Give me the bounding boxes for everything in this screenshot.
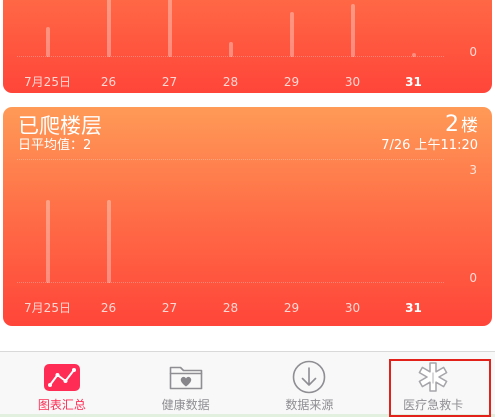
timestamp: 7/26 上午11:20 xyxy=(381,138,478,153)
date-axis: 7月25日 26 27 28 29 30 31 xyxy=(17,300,444,316)
day-bar-4 xyxy=(228,42,233,57)
day-bar-7 xyxy=(411,53,416,57)
date-label: 26 xyxy=(100,301,117,315)
date-axis: 7月25日 26 27 28 29 30 31 xyxy=(17,74,444,90)
day-bar-3 xyxy=(167,0,172,57)
day-bar-2 xyxy=(106,200,111,283)
value-number: 2 xyxy=(445,112,459,137)
date-label: 31 xyxy=(405,301,422,315)
day-bar-1 xyxy=(45,27,50,57)
day-bar-5 xyxy=(289,12,294,57)
date-label: 31 xyxy=(405,75,422,89)
y-axis-min-label: 0 xyxy=(469,45,477,59)
summary-card-partial[interactable]: 0 7月25日 26 27 28 29 30 31 xyxy=(3,0,492,93)
gridline-top xyxy=(17,159,444,160)
date-label: 27 xyxy=(161,75,178,89)
chart-icon xyxy=(43,364,80,391)
tab-label: 图表汇总 xyxy=(37,398,86,412)
tab-bar: 图表汇总 健康数据 数据来源 医疗急救卡 xyxy=(0,351,495,417)
tab-label: 医疗急救卡 xyxy=(403,398,464,412)
date-label: 28 xyxy=(222,75,239,89)
day-bar-6 xyxy=(350,3,355,57)
date-label: 7月25日 xyxy=(24,301,71,315)
y-axis-max-label: 3 xyxy=(469,163,477,177)
tab-label: 健康数据 xyxy=(161,398,210,412)
day-bar-1 xyxy=(45,200,50,283)
medical-asterisk-icon xyxy=(418,362,448,392)
date-label: 28 xyxy=(222,301,239,315)
tab-data-sources[interactable]: 数据来源 xyxy=(248,352,372,417)
day-bar-2 xyxy=(106,0,111,57)
download-circle-icon xyxy=(293,360,326,394)
card-latest-value: 2楼 xyxy=(445,112,478,139)
tab-summary[interactable]: 图表汇总 xyxy=(0,352,124,417)
card-title: 已爬楼层 xyxy=(18,114,102,138)
folder-heart-icon xyxy=(169,366,202,390)
date-label: 30 xyxy=(344,75,361,89)
tab-health-data[interactable]: 健康数据 xyxy=(124,352,248,417)
date-label: 29 xyxy=(283,75,300,89)
bar-plot xyxy=(17,0,444,57)
date-label: 30 xyxy=(344,301,361,315)
value-unit: 楼 xyxy=(461,116,478,136)
bar-plot xyxy=(17,159,444,283)
date-label: 26 xyxy=(100,75,117,89)
gridline-baseline xyxy=(17,282,444,283)
flights-climbed-card[interactable]: 已爬楼层 2楼 日平均值：2 7/26 上午11:20 3 0 7月25日 26 2… xyxy=(3,107,492,326)
date-label: 29 xyxy=(283,301,300,315)
date-label: 27 xyxy=(161,301,178,315)
health-app-screen: 0 7月25日 26 27 28 29 30 31 已爬楼层 2楼 日平均值：2 7/26 … xyxy=(0,0,495,417)
y-axis-min-label: 0 xyxy=(469,271,477,285)
date-label: 7月25日 xyxy=(24,75,71,89)
tab-medical-id[interactable]: 医疗急救卡 xyxy=(371,352,495,417)
tab-label: 数据来源 xyxy=(285,398,334,412)
daily-average: 日平均值：2 xyxy=(18,138,92,153)
